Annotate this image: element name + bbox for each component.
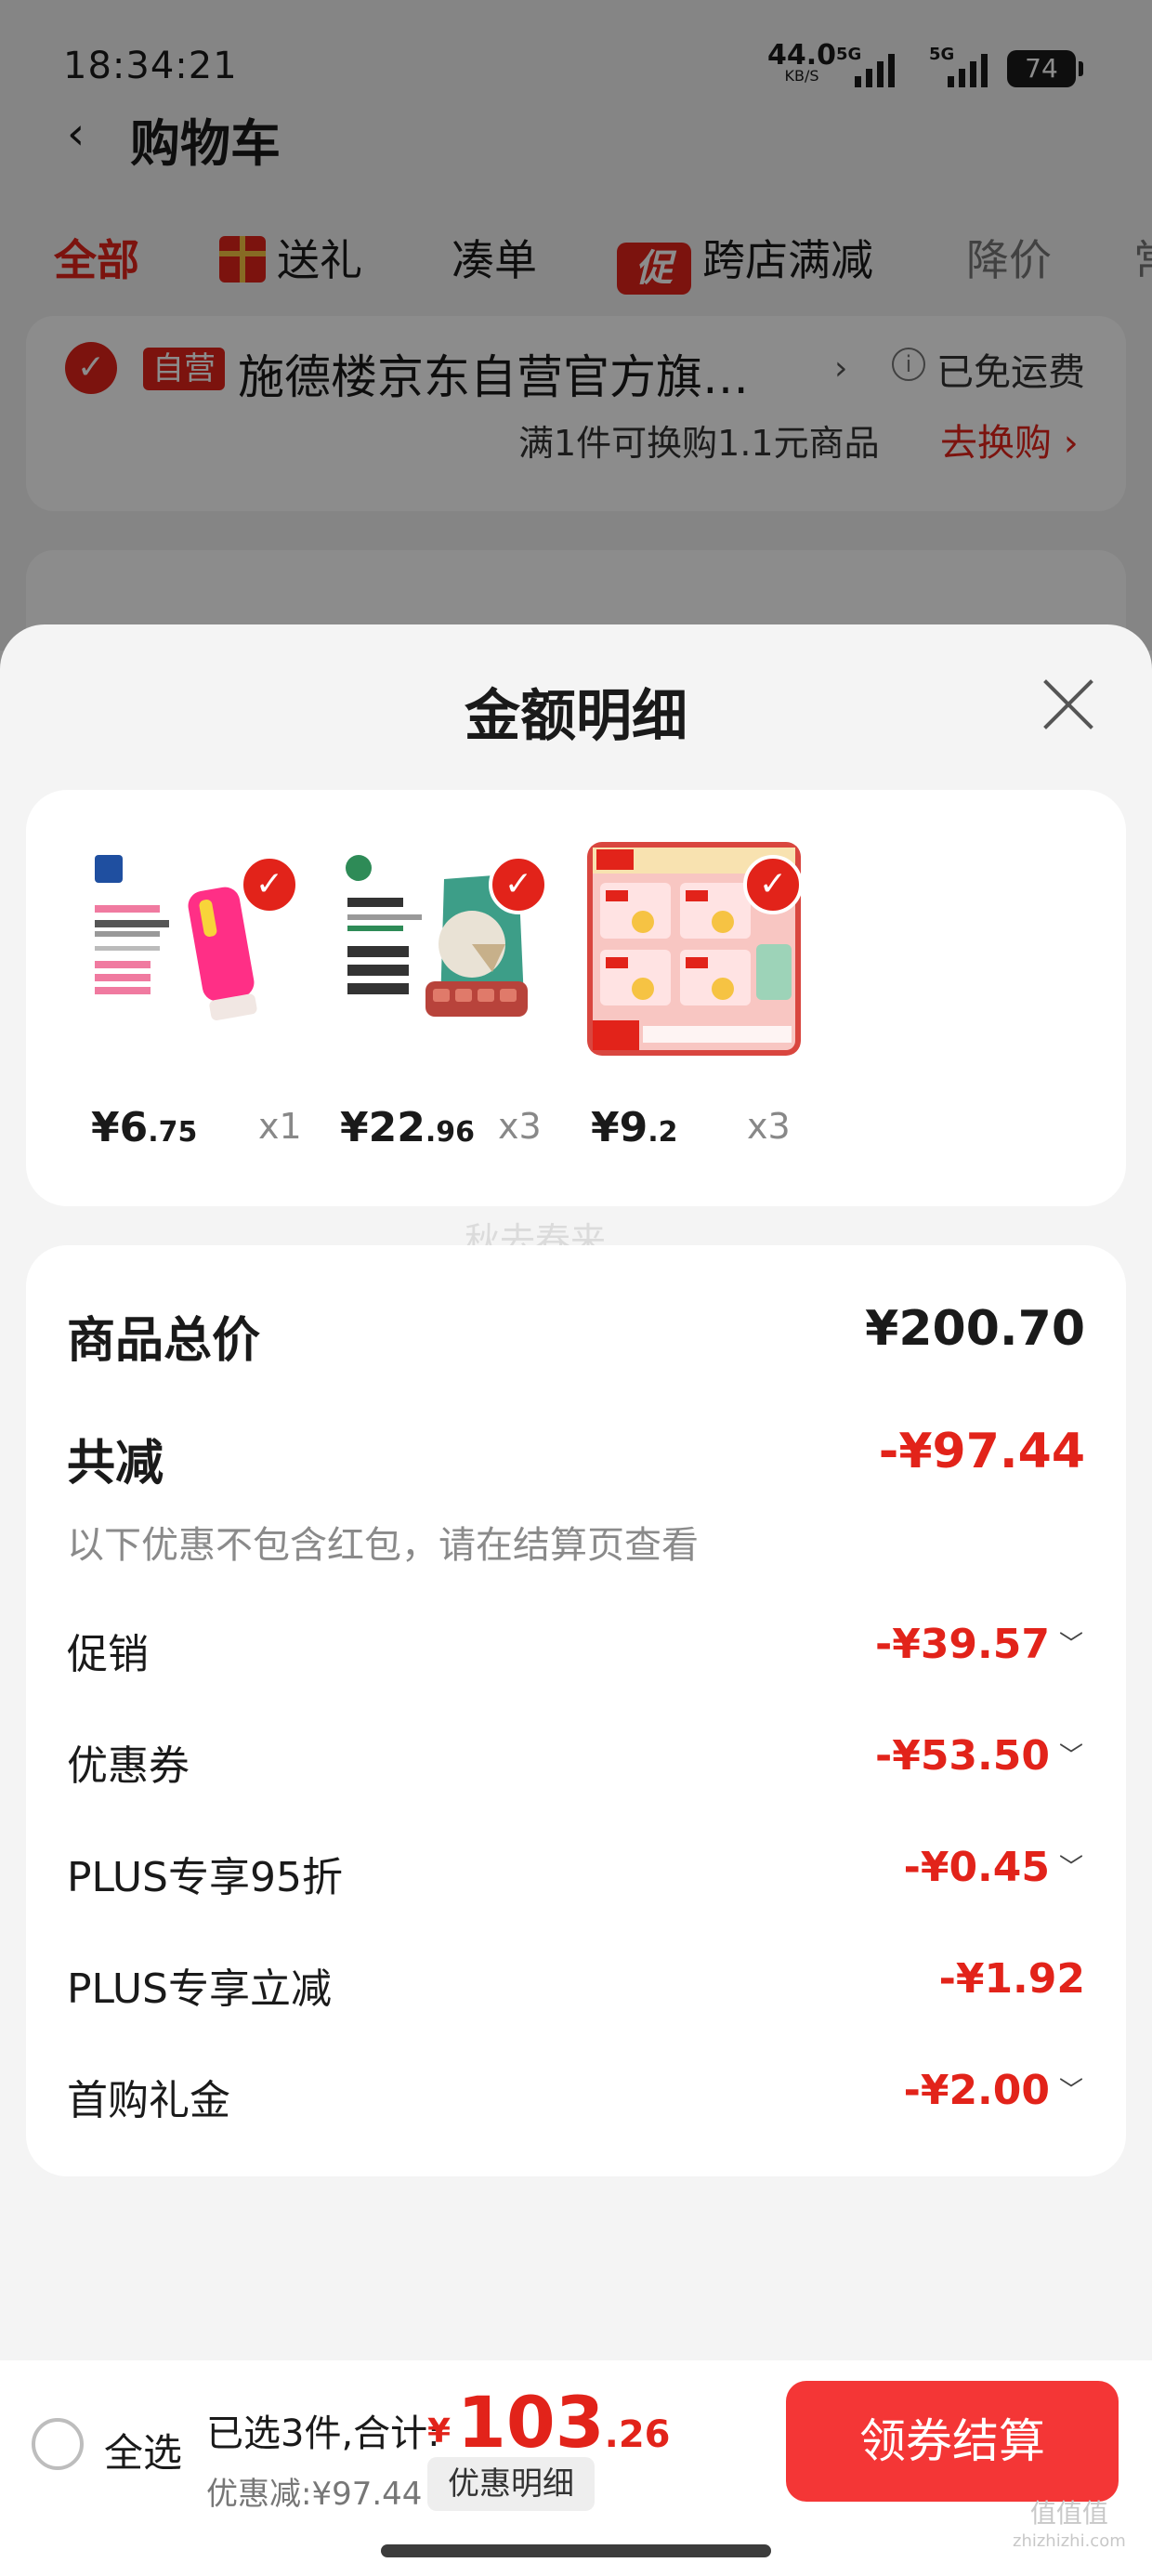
- chevron-down-icon: ﹀: [1059, 1854, 1084, 1882]
- discount-row-first-purchase[interactable]: 首购礼金 -¥2.00 ﹀: [67, 2067, 1085, 2132]
- discount-detail-button[interactable]: 优惠明细: [427, 2457, 595, 2511]
- close-icon[interactable]: [1041, 677, 1096, 732]
- product-item[interactable]: ✓: [333, 842, 556, 1084]
- checkout-button[interactable]: 领券结算: [786, 2381, 1119, 2502]
- currency-symbol: ¥: [427, 2412, 452, 2451]
- sheet-title: 金额明细: [465, 684, 687, 749]
- selected-check-icon: ✓: [743, 855, 803, 914]
- total-reduction-label: 共减: [67, 1436, 164, 1492]
- product-quantity: x1: [258, 1106, 302, 1147]
- checkout-bar: 全选 已选3件,合计: ¥ 103.26 优惠减:¥97.44 优惠明细 领券结…: [0, 2360, 1152, 2576]
- total-price-value: ¥200.70: [865, 1301, 1085, 1357]
- selected-check-icon: ✓: [489, 855, 548, 914]
- product-item[interactable]: ✓: [84, 842, 307, 1084]
- total-price-row: 商品总价 ¥200.70: [67, 1301, 1085, 1369]
- modal-overlay[interactable]: [0, 0, 1152, 651]
- total-reduction-row: 共减 -¥97.44: [67, 1424, 1085, 1492]
- product-quantity: x3: [747, 1106, 791, 1147]
- selection-summary: 已选3件,合计:: [206, 2412, 440, 2455]
- discount-row-coupon[interactable]: 优惠券 -¥53.50 ﹀: [67, 1732, 1085, 1797]
- selected-check-icon: ✓: [240, 855, 299, 914]
- product-item[interactable]: ✓: [587, 842, 810, 1084]
- select-all-label[interactable]: 全选: [104, 2422, 182, 2478]
- price-breakdown-card: 商品总价 ¥200.70 共减 -¥97.44 以下优惠不包含红包，请在结算页查…: [26, 1245, 1126, 2176]
- discount-row-plus-instant: PLUS专享立减 -¥1.92: [67, 1955, 1085, 2013]
- chevron-down-icon: ﹀: [1059, 1631, 1084, 1659]
- price-detail-sheet: 金额明细 ✓ ✓ ✓ ¥6.75 x1 ¥22.96 x3 ¥9.2 x3 秋去…: [0, 624, 1152, 2576]
- chevron-down-icon: ﹀: [1059, 2077, 1084, 2105]
- total-reduction-value: -¥97.44: [878, 1424, 1085, 1479]
- site-watermark: 值值值 zhizhizhi.com: [1013, 2498, 1126, 2552]
- product-price: ¥6.75: [91, 1104, 198, 1151]
- total-amount: 103.26: [457, 2381, 671, 2464]
- chevron-down-icon: ﹀: [1059, 1742, 1084, 1770]
- product-quantity: x3: [498, 1106, 542, 1147]
- discount-row-plus-95[interactable]: PLUS专享95折 -¥0.45 ﹀: [67, 1844, 1085, 1909]
- product-price: ¥22.96: [340, 1104, 476, 1151]
- select-all-radio[interactable]: [32, 2418, 84, 2470]
- discount-summary: 优惠减:¥97.44: [206, 2476, 423, 2513]
- reduction-note: 以下优惠不包含红包，请在结算页查看: [67, 1524, 699, 1567]
- product-price: ¥9.2: [591, 1104, 678, 1151]
- total-price-label: 商品总价: [67, 1313, 261, 1369]
- home-indicator[interactable]: [381, 2544, 771, 2557]
- discount-row-promotion[interactable]: 促销 -¥39.57 ﹀: [67, 1621, 1085, 1686]
